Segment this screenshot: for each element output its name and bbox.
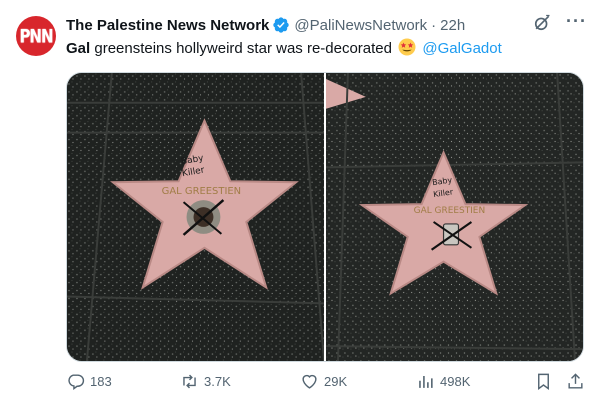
walk-of-fame-star-image: Baby Killer GAL GREESTIEN	[326, 73, 583, 361]
like-count: 29K	[324, 374, 348, 389]
separator-dot: ·	[431, 16, 437, 34]
reply-count: 183	[90, 374, 112, 389]
reply-icon	[68, 374, 85, 391]
repost-button[interactable]: 3.7K	[180, 372, 231, 391]
view-count: 498K	[440, 374, 471, 389]
share-icon	[568, 373, 583, 389]
header-actions: ···	[532, 12, 586, 33]
star-name-text: GAL GREESTIEN	[162, 186, 242, 197]
grok-icon[interactable]	[532, 13, 552, 33]
repost-icon	[183, 374, 196, 389]
tweet-actions: 183 3.7K 29K 498K	[58, 372, 588, 396]
tweet-text: Gal greensteins hollyweird star was re-d…	[66, 38, 584, 59]
bookmark-button[interactable]	[534, 372, 553, 391]
more-options-icon[interactable]: ···	[566, 12, 586, 33]
star-name-text: GAL GREESTIEN	[414, 206, 486, 216]
like-button[interactable]: 29K	[300, 372, 347, 391]
bookmark-icon	[538, 373, 549, 391]
views-chart-icon	[419, 375, 433, 388]
avatar[interactable]: PNN	[16, 16, 56, 56]
media-gallery: Baby Killer GAL GREESTIEN Baby Killer GA…	[66, 72, 584, 362]
author-handle[interactable]: @PaliNewsNetwork	[294, 17, 427, 34]
tweet-text-bold: Gal	[66, 40, 91, 57]
tweet[interactable]: PNN The Palestine News Network @PaliNews…	[0, 0, 600, 407]
walk-of-fame-star-image: Baby Killer GAL GREESTIEN	[67, 73, 324, 361]
photo-1[interactable]: Baby Killer GAL GREESTIEN	[67, 73, 324, 361]
star-struck-emoji-icon	[398, 38, 416, 56]
timestamp[interactable]: 22h	[440, 17, 465, 34]
verified-badge-icon[interactable]	[272, 16, 290, 34]
avatar-logo-text: PNN	[19, 24, 53, 48]
heart-icon	[302, 374, 317, 389]
reply-button[interactable]: 183	[66, 372, 112, 391]
photo-2[interactable]: Baby Killer GAL GREESTIEN	[326, 73, 583, 361]
tweet-text-body: greensteins hollyweird star was re-decor…	[90, 40, 392, 57]
mention-link[interactable]: @GalGadot	[422, 40, 501, 57]
repost-count: 3.7K	[204, 374, 231, 389]
views-button[interactable]: 498K	[416, 372, 470, 391]
author-name[interactable]: The Palestine News Network	[66, 17, 269, 34]
share-button[interactable]	[566, 372, 585, 391]
tweet-header: The Palestine News Network @PaliNewsNetw…	[66, 15, 530, 35]
